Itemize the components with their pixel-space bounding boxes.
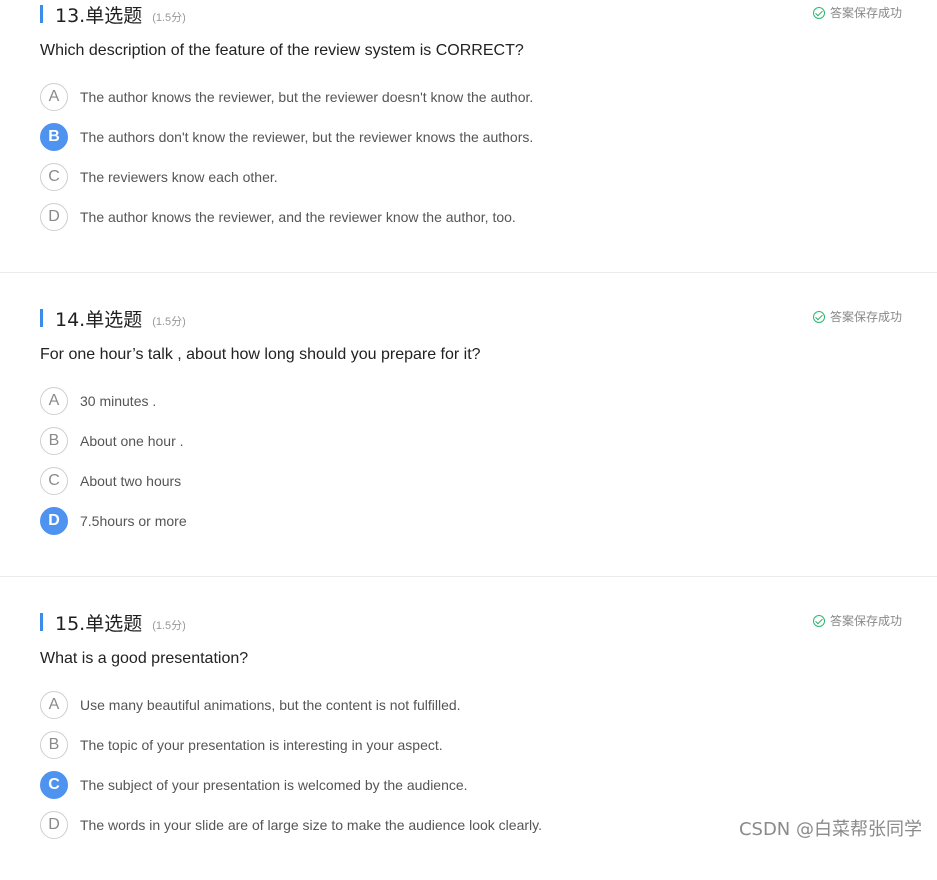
option-a[interactable]: A Use many beautiful animations, but the… [40,685,542,725]
option-text: 30 minutes . [80,393,157,409]
question-header: 14.单选题 (1.5分) [40,306,186,331]
option-text: The subject of your presentation is welc… [80,777,468,793]
option-text: About two hours [80,473,182,489]
check-circle-icon [812,310,825,323]
option-letter: C [40,771,68,799]
save-status: 答案保存成功 [812,612,902,629]
divider [0,576,937,577]
option-c[interactable]: C The reviewers know each other. [40,157,533,197]
option-text: The topic of your presentation is intere… [80,737,443,753]
option-d[interactable]: D The words in your slide are of large s… [40,805,542,845]
option-letter: D [40,507,68,535]
question-13: 13.单选题 (1.5分) 答案保存成功 Which description o… [0,0,937,272]
option-text: About one hour . [80,433,184,449]
option-d[interactable]: D The author knows the reviewer, and the… [40,197,533,237]
question-score: (1.5分) [152,620,186,632]
option-list: A 30 minutes . B About one hour . C Abou… [40,381,187,541]
option-text: The author knows the reviewer, and the r… [80,209,516,225]
question-14: 14.单选题 (1.5分) 答案保存成功 For one hour’s talk… [0,304,937,576]
question-stem: Which description of the feature of the … [40,42,524,59]
question-header: 15.单选题 (1.5分) [40,610,186,635]
question-number: 15.单选题 [55,612,143,635]
option-a[interactable]: A 30 minutes . [40,381,187,421]
option-letter: B [40,427,68,455]
question-number: 14.单选题 [55,308,143,331]
accent-bar [40,613,43,631]
question-stem: For one hour’s talk , about how long sho… [40,346,481,363]
check-circle-icon [812,6,825,19]
accent-bar [40,309,43,327]
save-status: 答案保存成功 [812,308,902,325]
option-text: The author knows the reviewer, but the r… [80,89,534,105]
option-text: Use many beautiful animations, but the c… [80,697,461,713]
watermark: CSDN @白菜帮张同学 [738,819,922,840]
option-text: The words in your slide are of large siz… [80,817,542,833]
option-letter: A [40,387,68,415]
option-c[interactable]: C About two hours [40,461,187,501]
option-letter: D [40,811,68,839]
option-d[interactable]: D 7.5hours or more [40,501,187,541]
option-list: A The author knows the reviewer, but the… [40,77,533,237]
divider [0,272,937,273]
question-header: 13.单选题 (1.5分) [40,2,186,27]
option-c[interactable]: C The subject of your presentation is we… [40,765,542,805]
question-number: 13.单选题 [55,4,143,27]
option-b[interactable]: B About one hour . [40,421,187,461]
option-letter: B [40,123,68,151]
option-text: The reviewers know each other. [80,169,278,185]
question-score: (1.5分) [152,12,186,24]
option-letter: D [40,203,68,231]
option-text: 7.5hours or more [80,513,187,529]
check-circle-icon [812,614,825,627]
option-list: A Use many beautiful animations, but the… [40,685,542,845]
question-score: (1.5分) [152,316,186,328]
save-status-label: 答案保存成功 [829,614,902,628]
accent-bar [40,5,43,23]
option-a[interactable]: A The author knows the reviewer, but the… [40,77,533,117]
option-b[interactable]: B The topic of your presentation is inte… [40,725,542,765]
save-status-label: 答案保存成功 [829,310,902,324]
option-letter: B [40,731,68,759]
save-status: 答案保存成功 [812,4,902,21]
option-b[interactable]: B The authors don't know the reviewer, b… [40,117,533,157]
save-status-label: 答案保存成功 [829,6,902,20]
option-letter: A [40,83,68,111]
option-text: The authors don't know the reviewer, but… [80,129,534,145]
option-letter: A [40,691,68,719]
option-letter: C [40,467,68,495]
option-letter: C [40,163,68,191]
question-stem: What is a good presentation? [40,650,249,667]
